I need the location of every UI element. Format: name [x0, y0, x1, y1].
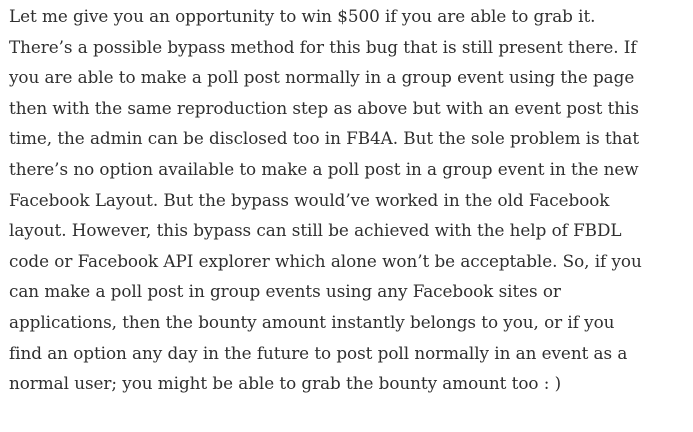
paragraph-line: can make a poll post in group events usi…	[9, 281, 561, 302]
paragraph-line: you are able to make a poll post normall…	[9, 67, 635, 88]
paragraph-line: there’s no option available to make a po…	[9, 158, 639, 179]
paragraph-line: find an option any day in the future to …	[9, 342, 628, 363]
paragraph-line: Let me give you an opportunity to win $5…	[9, 6, 596, 26]
paragraph-line: Facebook Layout. But the bypass would’ve…	[9, 189, 610, 210]
article-body: Let me give you an opportunity to win $5…	[0, 0, 693, 432]
bounty-paragraph: Let me give you an opportunity to win $5…	[9, 1, 693, 399]
paragraph-line: There’s a possible bypass method for thi…	[9, 36, 637, 57]
paragraph-line: applications, then the bounty amount ins…	[9, 311, 615, 332]
paragraph-line: code or Facebook API explorer which alon…	[9, 250, 642, 271]
paragraph-line: normal user; you might be able to grab t…	[9, 373, 562, 394]
paragraph-line: time, the admin can be disclosed too in …	[9, 128, 640, 149]
paragraph-line: layout. However, this bypass can still b…	[9, 220, 622, 241]
paragraph-line: then with the same reproduction step as …	[9, 97, 639, 118]
